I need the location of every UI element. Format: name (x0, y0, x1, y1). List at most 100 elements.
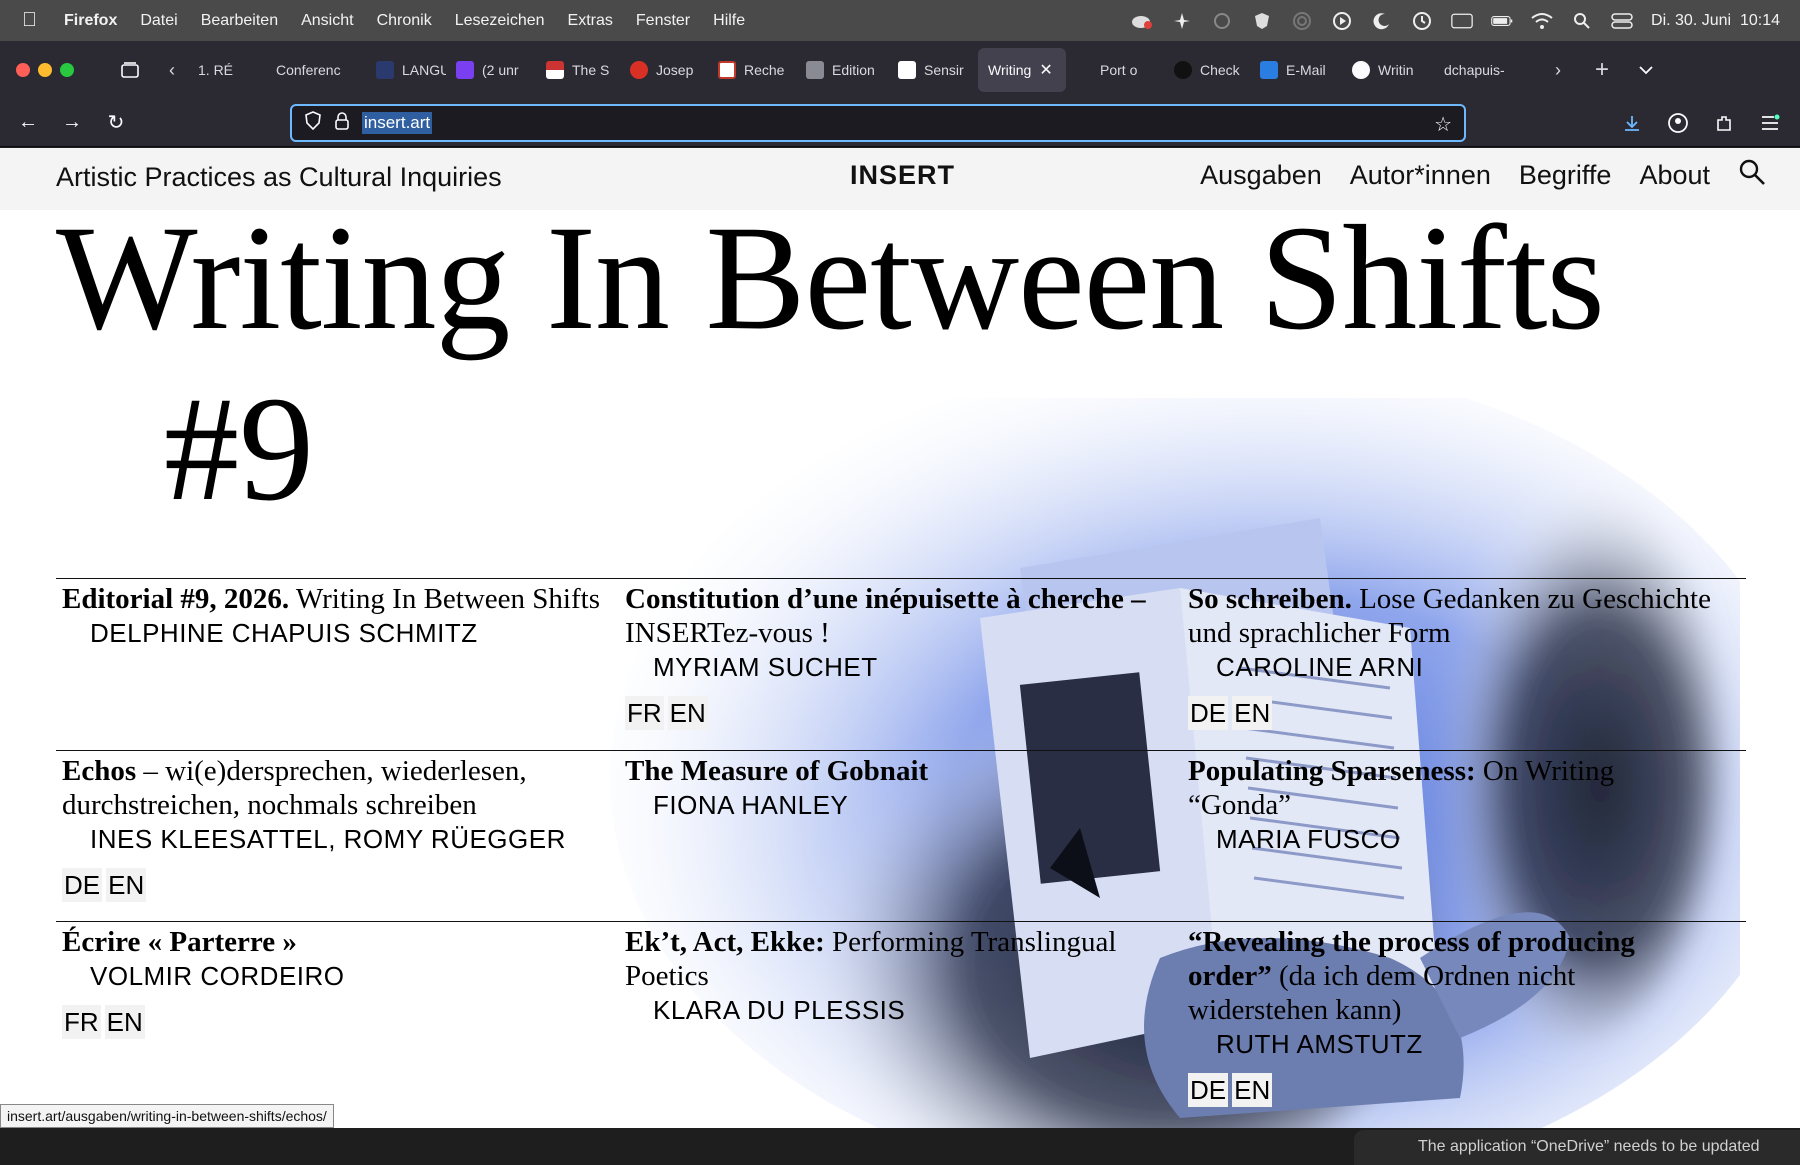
lang-link[interactable]: EN (1232, 696, 1273, 730)
url-bar[interactable]: insert.art ☆ (290, 104, 1466, 142)
menu-ansicht[interactable]: Ansicht (301, 12, 353, 30)
site-logo[interactable]: INSERT (850, 160, 955, 191)
menu-app-name[interactable]: Firefox (64, 12, 117, 30)
fan-icon[interactable] (1171, 10, 1193, 32)
new-tab-icon[interactable]: + (1586, 54, 1618, 86)
article-card[interactable]: Populating Sparseness: On Writing “Gonda… (1188, 754, 1688, 856)
lang-link[interactable]: FR (625, 696, 664, 730)
hamburger-menu-icon[interactable] (1754, 107, 1786, 139)
tab-list-chevron-down-icon[interactable] (1630, 54, 1662, 86)
tab-item[interactable]: 1. RÉ (188, 48, 266, 92)
tab-item[interactable]: Check (1164, 48, 1250, 92)
menubar-clock[interactable]: Di. 30. Juni 10:14 (1651, 12, 1780, 30)
account-icon[interactable] (1662, 107, 1694, 139)
site-search-icon[interactable] (1738, 158, 1766, 193)
article-card[interactable]: Constitution d’une inépuisette à cherche… (625, 582, 1165, 730)
menu-chronik[interactable]: Chronik (377, 12, 432, 30)
article-author[interactable]: VOLMIR CORDEIRO (62, 959, 602, 993)
close-window-icon[interactable] (16, 63, 30, 77)
tab-item[interactable]: Josep (620, 48, 708, 92)
tab-item[interactable]: Writin (1342, 48, 1434, 92)
article-author[interactable]: FIONA HANLEY (625, 788, 1165, 822)
article-author[interactable]: DELPHINE CHAPUIS SCHMITZ (62, 616, 602, 650)
tab-item[interactable]: Conferenc (266, 48, 366, 92)
lang-link[interactable]: DE (62, 868, 103, 902)
menu-extras[interactable]: Extras (568, 12, 613, 30)
cloud-sync-error-icon[interactable] (1131, 10, 1153, 32)
forward-arrow-icon[interactable]: → (56, 107, 88, 139)
article-title[interactable]: Écrire « Parterre » (62, 925, 602, 959)
bookmark-star-icon[interactable]: ☆ (1434, 112, 1452, 137)
lang-link[interactable]: EN (106, 868, 147, 902)
play-circle-icon[interactable] (1331, 10, 1353, 32)
tab-item[interactable]: The S (536, 48, 620, 92)
article-title[interactable]: Constitution d’une inépuisette à cherche… (625, 582, 1165, 650)
lang-link[interactable]: EN (1232, 1073, 1273, 1107)
lang-link[interactable]: EN (667, 696, 708, 730)
tracking-shield-icon[interactable] (304, 110, 322, 136)
tab-item[interactable]: LANGU (366, 48, 446, 92)
spotlight-search-icon[interactable] (1571, 10, 1593, 32)
article-title[interactable]: Editorial #9, 2026. Writing In Between S… (62, 582, 602, 616)
tab-item[interactable]: Edition (796, 48, 888, 92)
article-title[interactable]: “Revealing the process of producing orde… (1188, 925, 1688, 1027)
menu-lesezeichen[interactable]: Lesezeichen (455, 12, 545, 30)
nav-begriffe[interactable]: Begriffe (1519, 160, 1612, 191)
keyboard-layout-icon[interactable] (1451, 10, 1473, 32)
tab-item[interactable]: Reche (708, 48, 796, 92)
lang-link[interactable]: DE (1188, 1073, 1229, 1107)
article-card[interactable]: The Measure of Gobnait FIONA HANLEY (625, 754, 1165, 822)
lang-link[interactable]: DE (1188, 696, 1229, 730)
article-title[interactable]: Ek’t, Act, Ekke: Performing Translingual… (625, 925, 1165, 993)
onedrive-update-notification[interactable]: The application “OneDrive” needs to be u… (1354, 1130, 1800, 1165)
wifi-icon[interactable] (1531, 10, 1553, 32)
tab-overview-icon[interactable] (114, 54, 146, 86)
battery-icon[interactable] (1491, 10, 1513, 32)
article-card[interactable]: Ek’t, Act, Ekke: Performing Translingual… (625, 925, 1165, 1027)
moon-icon[interactable] (1371, 10, 1393, 32)
article-title[interactable]: So schreiben. Lose Gedanken zu Geschicht… (1188, 582, 1748, 650)
minimize-window-icon[interactable] (38, 63, 52, 77)
article-author[interactable]: CAROLINE ARNI (1188, 650, 1748, 684)
article-author[interactable]: KLARA DU PLESSIS (625, 993, 1165, 1027)
nav-ausgaben[interactable]: Ausgaben (1200, 160, 1322, 191)
tab-scroll-right-icon[interactable]: › (1542, 54, 1574, 86)
menu-datei[interactable]: Datei (140, 12, 177, 30)
article-card[interactable]: “Revealing the process of producing orde… (1188, 925, 1688, 1107)
time-machine-icon[interactable] (1411, 10, 1433, 32)
tab-scroll-left-icon[interactable]: ‹ (156, 54, 188, 86)
article-card[interactable]: Editorial #9, 2026. Writing In Between S… (62, 582, 602, 650)
article-title[interactable]: Echos – wi(e)dersprechen, wiederlesen, d… (62, 754, 602, 822)
article-card[interactable]: Écrire « Parterre » VOLMIR CORDEIRO FR E… (62, 925, 602, 1039)
download-icon[interactable] (1616, 107, 1648, 139)
menu-bearbeiten[interactable]: Bearbeiten (201, 12, 278, 30)
tab-item[interactable]: E-Mail (1250, 48, 1342, 92)
nav-about[interactable]: About (1639, 160, 1710, 191)
article-card[interactable]: Echos – wi(e)dersprechen, wiederlesen, d… (62, 754, 602, 902)
tab-item[interactable]: Sensir (888, 48, 974, 92)
tab-item[interactable]: dchapuis- (1434, 48, 1530, 92)
article-author[interactable]: INES KLEESATTEL, ROMY RÜEGGER (62, 822, 602, 856)
back-arrow-icon[interactable]: ← (12, 107, 44, 139)
extensions-icon[interactable] (1708, 107, 1740, 139)
tab-item[interactable]: Port o (1090, 48, 1164, 92)
reload-icon[interactable]: ↻ (100, 107, 132, 139)
menu-fenster[interactable]: Fenster (636, 12, 690, 30)
article-title[interactable]: Populating Sparseness: On Writing “Gonda… (1188, 754, 1688, 822)
spiral-icon[interactable] (1211, 10, 1233, 32)
apple-icon[interactable]:  (22, 9, 42, 32)
tab-item-active[interactable]: Writing ✕ (978, 48, 1066, 92)
lang-link[interactable]: FR (62, 1005, 101, 1039)
article-card[interactable]: So schreiben. Lose Gedanken zu Geschicht… (1188, 582, 1748, 730)
zoom-window-icon[interactable] (60, 63, 74, 77)
menu-hilfe[interactable]: Hilfe (713, 12, 745, 30)
control-center-icon[interactable] (1611, 10, 1633, 32)
article-author[interactable]: RUTH AMSTUTZ (1188, 1027, 1688, 1061)
article-author[interactable]: MARIA FUSCO (1188, 822, 1688, 856)
lock-icon[interactable] (334, 111, 350, 136)
tab-item[interactable]: (2 unr (446, 48, 536, 92)
shield-tray-icon[interactable] (1251, 10, 1273, 32)
airdrop-icon[interactable] (1291, 10, 1313, 32)
nav-autorinnen[interactable]: Autor*innen (1350, 160, 1491, 191)
article-author[interactable]: MYRIAM SUCHET (625, 650, 1165, 684)
